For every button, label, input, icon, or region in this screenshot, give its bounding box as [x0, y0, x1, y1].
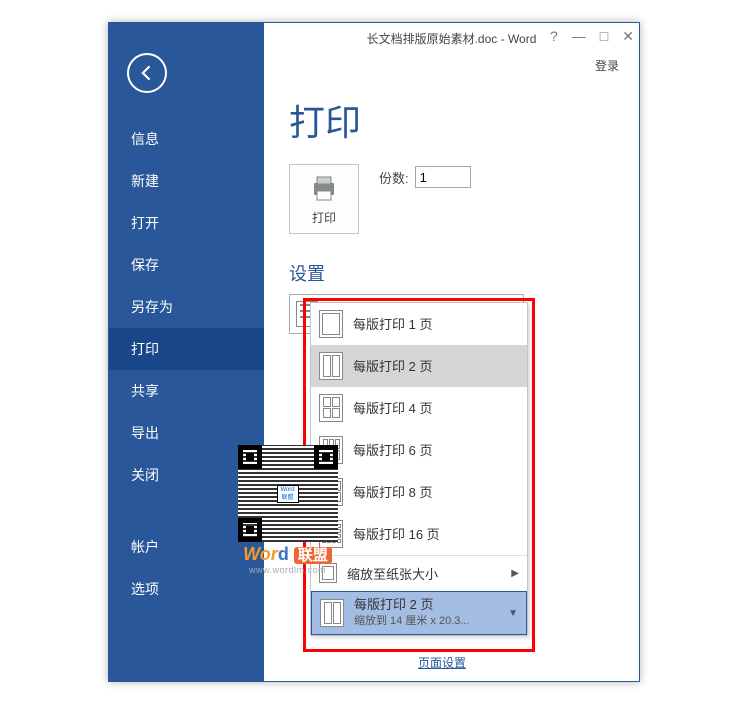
sidebar-item-new[interactable]: 新建 — [109, 160, 264, 202]
menu-item-16up[interactable]: 每版打印 16 页 — [311, 513, 527, 555]
sidebar-item-account[interactable]: 帐户 — [109, 526, 264, 568]
titlebar: 长文档排版原始素材.doc - Word ? — □ ✕ — [264, 23, 639, 53]
printer-icon — [308, 173, 340, 205]
minimize-button[interactable]: — — [572, 28, 586, 45]
copies-label: 份数: — [379, 168, 409, 187]
page-setup-link[interactable]: 页面设置 — [418, 654, 466, 671]
sidebar-item-options[interactable]: 选项 — [109, 568, 264, 610]
menu-item-selected-2up-scaled[interactable]: 每版打印 2 页 缩放到 14 厘米 x 20.3... ▼ — [311, 591, 527, 635]
grid-4-icon — [319, 394, 343, 422]
page-heading: 打印 — [289, 94, 639, 146]
login-link[interactable]: 登录 — [595, 59, 619, 73]
menu-item-1up[interactable]: 每版打印 1 页 — [311, 303, 527, 345]
sidebar-item-save[interactable]: 保存 — [109, 244, 264, 286]
close-button[interactable]: ✕ — [622, 28, 634, 45]
sidebar-item-info[interactable]: 信息 — [109, 118, 264, 160]
menu-item-8up[interactable]: 每版打印 8 页 — [311, 471, 527, 513]
sidebar-item-share[interactable]: 共享 — [109, 370, 264, 412]
sidebar-item-print[interactable]: 打印 — [109, 328, 264, 370]
grid-2-icon — [320, 599, 344, 627]
selected-sublabel: 缩放到 14 厘米 x 20.3... — [354, 613, 504, 629]
sidebar-item-open[interactable]: 打开 — [109, 202, 264, 244]
sidebar-item-saveas[interactable]: 另存为 — [109, 286, 264, 328]
grid-16-icon — [319, 520, 343, 548]
sidebar-item-close[interactable]: 关闭 — [109, 454, 264, 496]
back-button[interactable] — [127, 53, 167, 93]
back-arrow-icon — [137, 63, 157, 83]
pages-per-sheet-menu: 每版打印 1 页 每版打印 2 页 每版打印 4 页 每版打印 6 页 每版打印… — [310, 302, 528, 636]
grid-2-icon — [319, 352, 343, 380]
backstage-sidebar: 信息 新建 打开 保存 另存为 打印 共享 导出 关闭 帐户 选项 — [109, 23, 264, 681]
settings-label: 设置 — [289, 260, 639, 286]
selected-label: 每版打印 2 页 — [354, 597, 433, 612]
print-button[interactable]: 打印 — [289, 164, 359, 234]
chevron-right-icon: ▶ — [511, 568, 519, 579]
copies-input[interactable] — [415, 166, 471, 188]
menu-item-2up[interactable]: 每版打印 2 页 — [311, 345, 527, 387]
window-title: 长文档排版原始素材.doc - Word — [367, 30, 537, 47]
sidebar-item-export[interactable]: 导出 — [109, 412, 264, 454]
grid-1-icon — [319, 310, 343, 338]
help-button[interactable]: ? — [550, 28, 558, 45]
paper-icon — [319, 563, 337, 583]
menu-item-6up[interactable]: 每版打印 6 页 — [311, 429, 527, 471]
menu-item-scale-to-paper[interactable]: 缩放至纸张大小 ▶ — [311, 555, 527, 591]
chevron-down-icon: ▼ — [508, 608, 518, 619]
maximize-button[interactable]: □ — [600, 28, 608, 45]
menu-item-4up[interactable]: 每版打印 4 页 — [311, 387, 527, 429]
grid-8-icon — [319, 478, 343, 506]
print-button-label: 打印 — [312, 209, 336, 226]
grid-6-icon — [319, 436, 343, 464]
